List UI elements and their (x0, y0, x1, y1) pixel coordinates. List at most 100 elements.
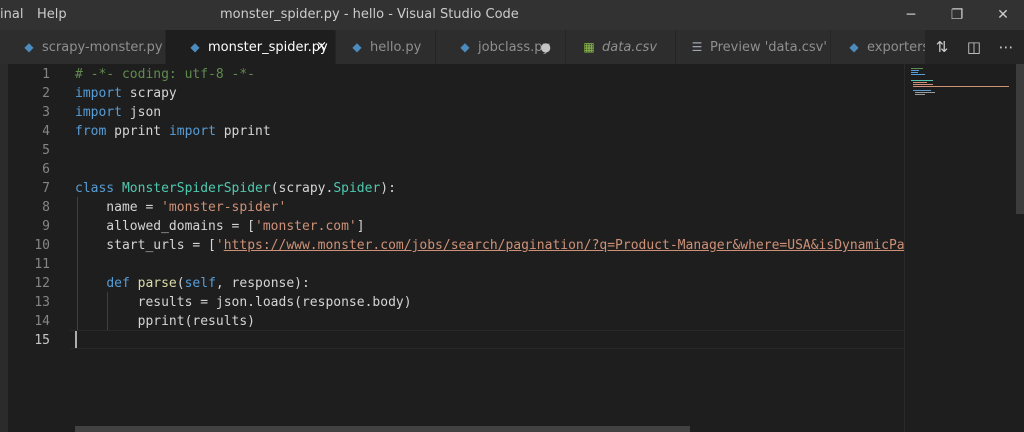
code-text: pprint(results) (75, 312, 255, 331)
code-line[interactable]: 8 name = 'monster-spider' (0, 198, 904, 217)
window-title: monster_spider.py - hello - Visual Studi… (220, 7, 519, 22)
code-text: allowed_domains = ['monster.com'] (75, 217, 365, 236)
indent-guide (107, 292, 108, 330)
tab-exporters[interactable]: ◆ exporters. (831, 30, 926, 64)
python-file-icon: ◆ (24, 40, 34, 54)
code-line[interactable]: 7 class MonsterSpiderSpider(scrapy.Spider… (0, 179, 904, 198)
tab-label: exporters. (867, 40, 925, 55)
python-file-icon: ◆ (460, 40, 470, 54)
minimap-line (911, 70, 919, 71)
code-token: class (75, 181, 115, 196)
code-line[interactable]: 3 import json (0, 103, 904, 122)
code-token: ' (215, 238, 224, 253)
text-cursor (75, 331, 77, 348)
code-text: start_urls = ['https://www.monster.com/j… (75, 236, 920, 255)
code-text: name = 'monster-spider' (75, 198, 286, 217)
split-editor-icon[interactable]: ◫ (962, 37, 986, 57)
python-file-icon: ◆ (352, 40, 362, 54)
tab-label: hello.py (370, 40, 422, 55)
tab-jobclass[interactable]: ◆ jobclass.py ● (436, 30, 566, 64)
minimap-line (911, 74, 925, 75)
code-line[interactable]: 9 allowed_domains = ['monster.com'] (0, 217, 904, 236)
code-token: ] (356, 219, 365, 234)
more-actions-icon[interactable]: ⋯ (994, 37, 1018, 57)
code-text: # -*- coding: utf-8 -*- (75, 65, 255, 84)
horizontal-scrollbar[interactable] (75, 426, 690, 432)
tab-data-csv[interactable]: ▦ data.csv (566, 30, 676, 64)
code-token: pprint(results) (75, 314, 256, 329)
code-token: json (121, 105, 162, 120)
line-number: 8 (42, 200, 50, 215)
minimap-line (915, 94, 925, 95)
code-token: start_urls = [ (75, 238, 216, 253)
code-token: (scrapy. (270, 181, 334, 196)
tab-label: jobclass.py (478, 40, 551, 55)
tab-scrapy-monster[interactable]: ◆ scrapy-monster.py (0, 30, 166, 64)
line-number: 5 (42, 143, 50, 158)
open-changes-icon[interactable]: ⇅ (930, 37, 954, 57)
close-icon[interactable]: × (316, 30, 327, 64)
code-line[interactable]: 12 def parse(self, response): (0, 274, 904, 293)
minimap[interactable] (904, 64, 1012, 432)
code-token: name = (75, 200, 162, 215)
code-line[interactable]: 10 start_urls = ['https://www.monster.co… (0, 236, 920, 255)
code-text: class MonsterSpiderSpider(scrapy.Spider)… (75, 179, 396, 198)
code-token: # -*- coding: utf-8 -*- (75, 67, 256, 82)
code-token: import (168, 124, 216, 139)
line-number: 15 (34, 333, 50, 348)
preview-icon: ☰ (691, 40, 703, 54)
minimap-line (911, 72, 918, 73)
vertical-scrollbar-thumb[interactable] (1016, 64, 1024, 214)
tab-label: scrapy-monster.py (42, 40, 163, 55)
minimize-button[interactable]: ─ (898, 4, 924, 26)
minimap-line (911, 80, 933, 81)
code-token: ( (176, 276, 185, 291)
python-file-icon: ◆ (849, 40, 859, 54)
code-text: from pprint import pprint (75, 122, 271, 141)
code-line[interactable]: 11 (0, 255, 904, 274)
unsaved-dot-icon: ● (540, 40, 551, 54)
code-line[interactable]: 14 pprint(results) (0, 312, 904, 331)
menu-help[interactable]: Help (37, 7, 67, 22)
line-number: 4 (42, 124, 50, 139)
menu-terminal[interactable]: inal (0, 7, 23, 22)
code-line[interactable]: 4 from pprint import pprint (0, 122, 904, 141)
csv-file-icon: ▦ (583, 40, 595, 54)
code-token: ): (380, 181, 396, 196)
indent-guide (77, 197, 78, 330)
code-token: https://www.monster.com/jobs/search/pagi… (223, 238, 921, 253)
code-token: 'monster.com' (255, 219, 357, 234)
code-line[interactable]: 2 import scrapy (0, 84, 904, 103)
code-token: Spider (333, 181, 381, 196)
minimap-line (913, 82, 927, 83)
tab-hello[interactable]: ◆ hello.py (336, 30, 436, 64)
code-token: results = json.loads(response.body) (75, 295, 412, 310)
code-line[interactable]: 1 # -*- coding: utf-8 -*- (0, 65, 904, 84)
line-number: 2 (42, 86, 50, 101)
code-line[interactable]: 15 (0, 331, 904, 350)
close-window-button[interactable]: ✕ (990, 4, 1016, 26)
tab-monster-spider[interactable]: ◆ monster_spider.py × (166, 30, 336, 64)
tab-preview-data-csv[interactable]: ☰ Preview 'data.csv' (676, 30, 831, 64)
line-number: 13 (34, 295, 50, 310)
minimap-line (913, 90, 931, 91)
restore-button[interactable]: ❐ (944, 4, 970, 26)
code-token: scrapy (121, 86, 177, 101)
tab-label: data.csv (602, 40, 658, 55)
line-number: 3 (42, 105, 50, 120)
editor-tab-bar: ◆ scrapy-monster.py ◆ monster_spider.py × … (0, 30, 1024, 64)
line-number: 9 (42, 219, 50, 234)
code-token: def (106, 276, 130, 291)
tab-label: Preview 'data.csv' (710, 40, 827, 55)
tab-label: monster_spider.py (208, 40, 328, 55)
code-text: import json (75, 103, 161, 122)
code-line[interactable]: 5 (0, 141, 904, 160)
code-token: allowed_domains = [ (75, 219, 256, 234)
code-line[interactable]: 13 results = json.loads(response.body) (0, 293, 904, 312)
code-token: MonsterSpiderSpider (121, 181, 271, 196)
minimap-line (913, 86, 1009, 87)
code-line[interactable]: 6 (0, 160, 904, 179)
line-number: 1 (42, 67, 50, 82)
minimap-line (913, 84, 933, 85)
